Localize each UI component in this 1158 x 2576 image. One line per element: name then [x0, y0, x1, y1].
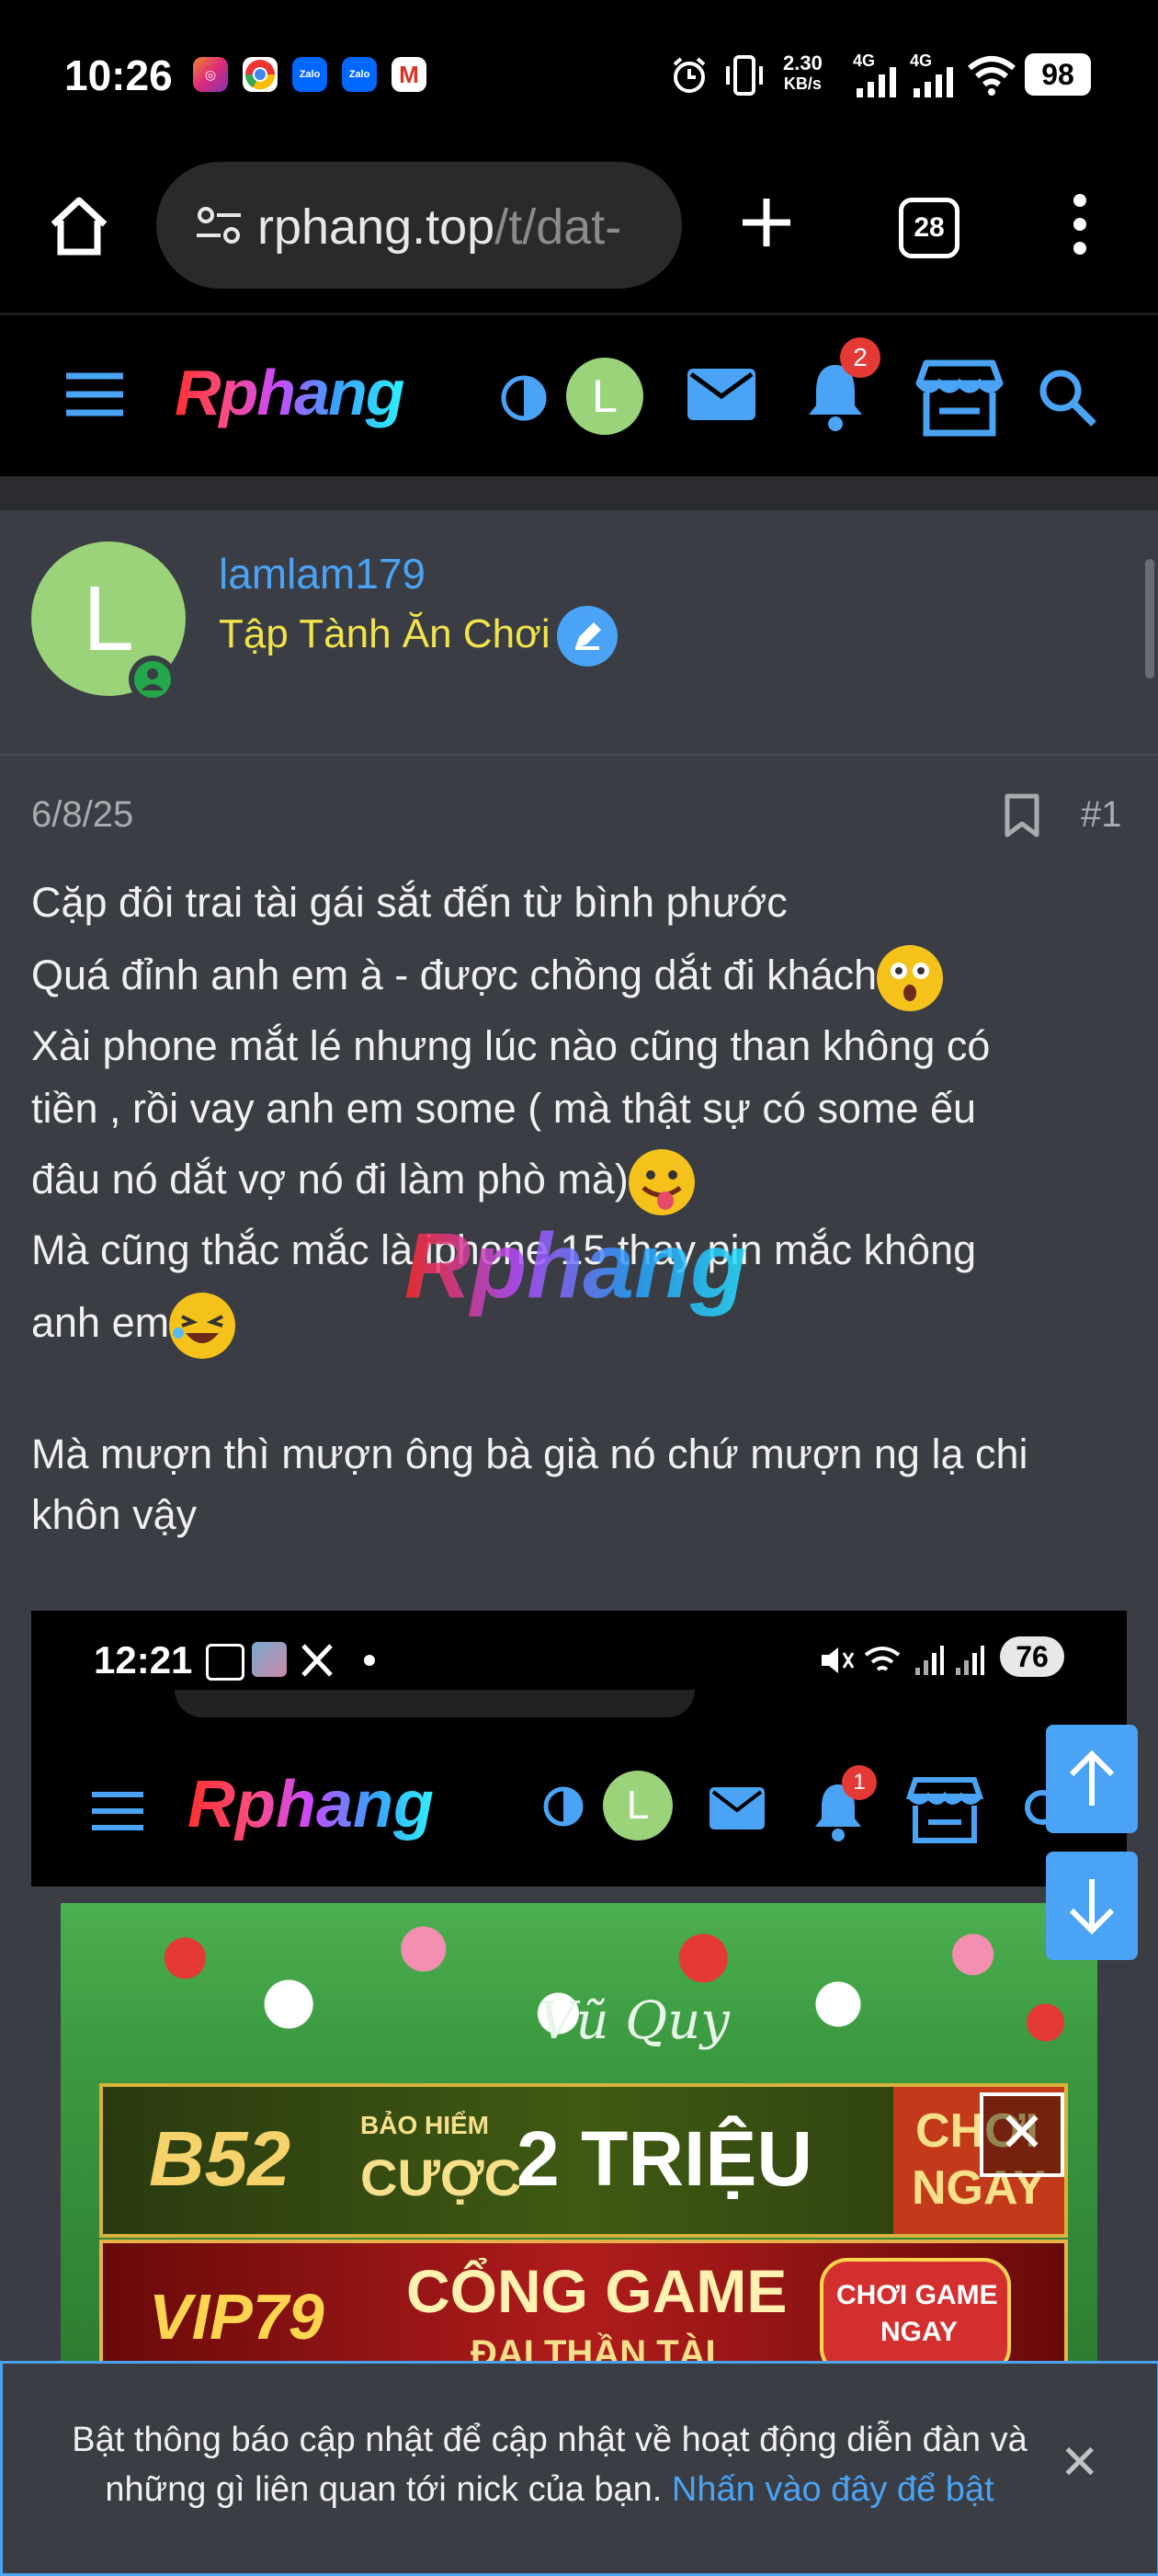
post-text-line: khôn vậy — [31, 1491, 198, 1538]
site-logo[interactable]: Rphang — [175, 356, 405, 429]
ad-banner-vip79[interactable]: VIP79 CỔNG GAME ĐẠI THẦN TÀI CHƠI GAME N… — [99, 2240, 1068, 2363]
post-number[interactable]: #1 — [1081, 794, 1122, 836]
bookmark-icon[interactable] — [1004, 792, 1040, 838]
browser-toolbar: rphang.top/t/dat- 28 — [0, 156, 1158, 315]
post-text-line: đâu nó dắt vợ nó đi làm phò mà) — [31, 1149, 1134, 1215]
close-notification-button[interactable]: ✕ — [1060, 2435, 1100, 2491]
enable-notifications-link[interactable]: Nhấn vào đây để bật — [672, 2470, 994, 2509]
astonished-emoji-icon — [877, 945, 944, 1011]
tab-switcher-button[interactable]: 28 — [899, 198, 959, 258]
zalo-icon: Zalo — [342, 57, 377, 92]
embedded-screenshot[interactable]: 12:21 76 Rphang L 1 — [31, 1611, 1127, 1886]
author-title: Tập Tành Ăn Chơi — [219, 611, 551, 656]
embedded-site-logo: Rphang — [187, 1768, 434, 1841]
user-avatar[interactable]: L — [566, 358, 643, 435]
notification-message: Bật thông báo cập nhật để cập nhật về ho… — [72, 2421, 1027, 2509]
ad-cta[interactable]: CHƠI GAME NGAY — [820, 2258, 1011, 2363]
status-time: 10:26 — [64, 51, 173, 99]
post-text-line: tiền , rồi vay anh em some ( mà thật sự … — [31, 1085, 977, 1132]
post-text-line: Xài phone mắt lé nhưng lúc nào cũng than… — [31, 1022, 991, 1069]
tongue-emoji-icon — [628, 1149, 695, 1215]
alarm-icon — [673, 57, 706, 93]
wifi-icon — [968, 56, 1016, 96]
store-icon[interactable] — [915, 359, 1004, 437]
post-photo[interactable]: Vũ Quy B52 BẢO HIỂM CƯỢC 2 TRIỆU CHƠI NG… — [61, 1903, 1097, 2363]
more-options-icon[interactable] — [1066, 191, 1094, 257]
spacer — [0, 476, 1158, 510]
scroll-to-bottom-button[interactable] — [1046, 1852, 1138, 1960]
ad-banner-b52[interactable]: B52 BẢO HIỂM CƯỢC 2 TRIỆU CHƠI NGAY — [99, 2083, 1068, 2238]
dot-icon — [364, 1655, 375, 1666]
wifi-icon — [864, 1647, 901, 1671]
push-notification-prompt: Bật thông báo cập nhật để cập nhật về ho… — [0, 2361, 1158, 2576]
notification-badge: 2 — [840, 337, 880, 378]
theme-toggle-icon[interactable] — [500, 374, 548, 422]
ad-close-button[interactable]: ✕ — [980, 2092, 1064, 2177]
post-author-block: L lamlam179 Tập Tành Ăn Chơi — [0, 510, 1158, 756]
signal-icon — [857, 67, 896, 97]
battery-level: 98 — [1025, 53, 1091, 96]
author-username[interactable]: lamlam179 — [219, 549, 426, 598]
post-date[interactable]: 6/8/25 — [31, 794, 133, 836]
search-icon[interactable] — [1037, 367, 1097, 427]
network-speed: 2.30 KB/s — [783, 51, 823, 94]
signal-icon — [956, 1646, 984, 1675]
site-settings-icon[interactable] — [195, 204, 243, 246]
home-icon[interactable] — [46, 193, 112, 259]
url-text: rphang.top/t/dat- — [257, 199, 622, 255]
post-text-line: Mà mượn thì mượn ông bà già nó chứ mượn … — [31, 1430, 1028, 1477]
signal-icon — [915, 1646, 944, 1675]
embedded-status-time: 12:21 — [94, 1638, 193, 1681]
store-icon — [906, 1777, 983, 1843]
arrow-down-icon — [1069, 1879, 1115, 1935]
watermark-logo: Rphang — [404, 1214, 747, 1317]
post-text-line: Cặp đôi trai tài gái sắt đến từ bình phư… — [31, 879, 788, 926]
scroll-to-top-button[interactable] — [1046, 1725, 1138, 1833]
vibrate-icon — [726, 55, 763, 96]
site-header: Rphang L 2 — [0, 315, 1158, 476]
new-tab-icon[interactable] — [737, 193, 796, 252]
wedding-sign: Vũ Quy — [539, 1991, 730, 2051]
embedded-user-avatar: L — [603, 1771, 673, 1841]
screenshot-icon — [206, 1644, 244, 1681]
x-icon — [301, 1644, 333, 1677]
zalo-icon: Zalo — [292, 57, 327, 92]
theme-toggle-icon — [543, 1786, 584, 1827]
mute-icon — [822, 1647, 855, 1673]
online-status-icon — [129, 655, 176, 703]
arrow-up-icon — [1069, 1750, 1115, 1806]
status-bar: 10:26 ◎ Zalo Zalo M 2.30 KB/s 4G 4G 98 — [0, 0, 1158, 156]
instagram-icon: ◎ — [193, 57, 228, 92]
app-icon — [252, 1642, 287, 1677]
laughing-emoji-icon — [169, 1293, 236, 1359]
gmail-icon: M — [392, 57, 426, 92]
page-scrollbar[interactable] — [1145, 559, 1154, 678]
url-bar[interactable]: rphang.top/t/dat- — [156, 162, 682, 289]
menu-icon[interactable] — [64, 370, 125, 418]
embedded-battery-level: 76 — [1000, 1636, 1064, 1677]
menu-icon — [92, 1792, 143, 1830]
verified-icon — [557, 606, 618, 667]
chrome-icon — [243, 57, 278, 92]
mail-icon — [710, 1787, 765, 1829]
embedded-notification-badge: 1 — [842, 1765, 877, 1800]
notch-bar — [175, 1690, 695, 1717]
post-text-line: Quá đỉnh anh em à - được chồng dắt đi kh… — [31, 945, 1134, 1011]
signal-icon — [914, 67, 953, 97]
mail-icon[interactable] — [686, 367, 757, 422]
